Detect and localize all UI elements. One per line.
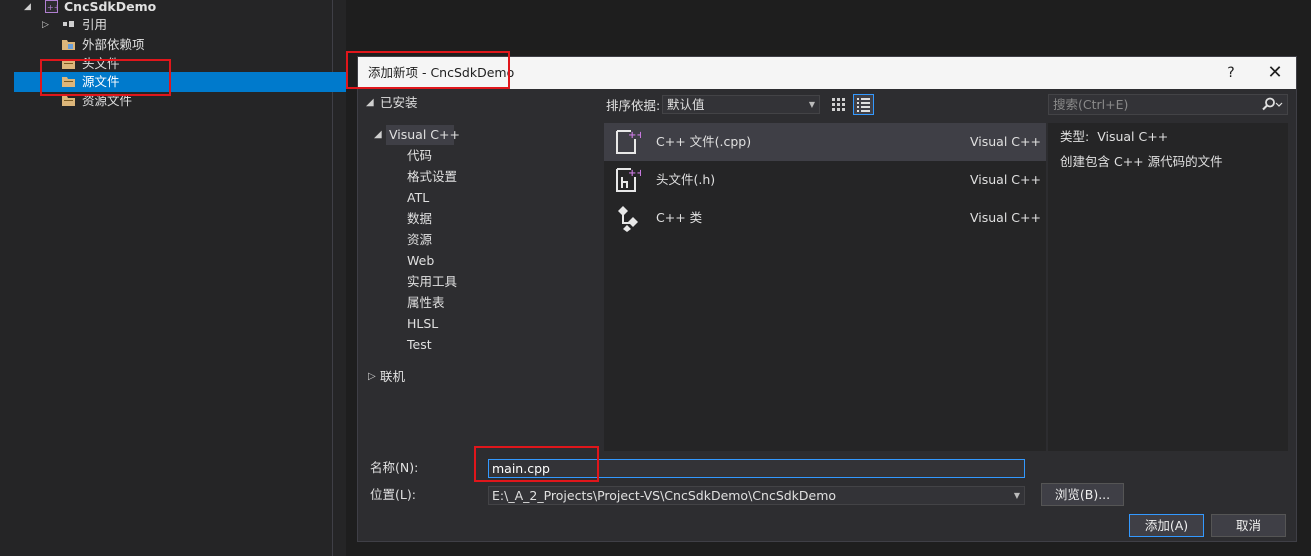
search-input[interactable]: 搜索(Ctrl+E)	[1048, 94, 1288, 115]
category-item[interactable]: 代码	[407, 146, 432, 166]
tree-item-external-deps[interactable]: 外部依赖项	[0, 35, 332, 55]
template-name: C++ 文件(.cpp)	[656, 134, 752, 149]
template-name: C++ 类	[656, 210, 703, 225]
template-language: Visual C++	[970, 210, 1041, 225]
category-item[interactable]: ATL	[407, 188, 429, 208]
template-item[interactable]: ++ C++ 文件(.cpp) Visual C++	[604, 123, 1046, 161]
info-description: 创建包含 C++ 源代码的文件	[1060, 154, 1223, 169]
template-language: Visual C++	[970, 172, 1041, 187]
search-placeholder: 搜索(Ctrl+E)	[1053, 97, 1129, 112]
sort-select[interactable]: 默认值 ▼	[662, 95, 820, 114]
sort-label: 排序依据:	[606, 98, 661, 113]
cpp-class-icon	[618, 206, 638, 232]
template-list: ++ C++ 文件(.cpp) Visual C++ ++ 头文件(.h) Vi…	[604, 123, 1046, 451]
chevron-down-icon: ▼	[808, 100, 815, 109]
tree-item-label: 源文件	[82, 74, 120, 89]
tree-installed[interactable]: ◢ 已安装	[358, 93, 598, 113]
dialog-titlebar[interactable]: 添加新项 - CncSdkDemo ? ✕	[358, 57, 1296, 89]
category-item[interactable]: Web	[407, 251, 434, 271]
location-label: 位置(L):	[370, 487, 416, 502]
installed-label: 已安装	[380, 95, 418, 110]
cpp-file-icon: ++	[616, 130, 641, 154]
help-button[interactable]: ?	[1216, 57, 1246, 89]
template-language: Visual C++	[970, 134, 1041, 149]
svg-text:++: ++	[628, 168, 641, 179]
add-new-item-dialog: 添加新项 - CncSdkDemo ? ✕ ◢ 已安装 Visual C++ ◢…	[357, 56, 1297, 542]
template-info-panel: 类型: Visual C++ 创建包含 C++ 源代码的文件	[1048, 123, 1288, 451]
cpp-project-icon: ++	[45, 0, 58, 13]
category-tree: ◢ 已安装 Visual C++ ◢ 代码 格式设置 ATL 数据 资源 Web…	[358, 90, 598, 450]
expand-right-icon[interactable]: ▷	[42, 15, 49, 35]
name-label: 名称(N):	[370, 460, 419, 475]
folder-icon	[62, 59, 75, 69]
category-item[interactable]: HLSL	[407, 314, 438, 334]
expand-right-icon[interactable]: ▷	[368, 367, 376, 387]
category-item[interactable]: 实用工具	[407, 272, 457, 292]
tree-item-label: 外部依赖项	[82, 37, 145, 52]
template-item[interactable]: C++ 类 Visual C++	[604, 199, 1046, 237]
expand-down-icon[interactable]: ◢	[366, 93, 374, 113]
search-icon[interactable]	[1261, 97, 1283, 112]
svg-text:++: ++	[628, 130, 641, 141]
header-file-icon: ++	[616, 168, 641, 192]
add-button[interactable]: 添加(A)	[1129, 514, 1204, 537]
expand-down-icon[interactable]: ◢	[374, 129, 382, 140]
location-select[interactable]: E:\_A_2_Projects\Project-VS\CncSdkDemo\C…	[488, 486, 1025, 505]
sort-value: 默认值	[667, 97, 705, 112]
category-item[interactable]: 属性表	[407, 293, 445, 313]
chevron-down-icon: ▼	[1013, 491, 1020, 500]
folder-icon	[62, 77, 75, 87]
info-type-value: Visual C++	[1097, 129, 1169, 144]
list-view-icon[interactable]	[853, 94, 874, 115]
name-input[interactable]: main.cpp	[488, 459, 1025, 478]
solution-explorer: ◢ ++ CncSdkDemo ▷ 引用 外部依赖项 头文件 源文件 资源文件	[0, 0, 346, 556]
template-name: 头文件(.h)	[656, 172, 716, 187]
info-type: 类型: Visual C++	[1060, 127, 1168, 147]
tree-item-header-files[interactable]: 头文件	[0, 54, 332, 74]
grid-view-icon[interactable]	[829, 95, 849, 115]
category-item[interactable]: Test	[407, 335, 432, 355]
info-type-label: 类型:	[1060, 129, 1090, 144]
browse-button[interactable]: 浏览(B)...	[1041, 483, 1124, 506]
dialog-title: 添加新项 - CncSdkDemo	[368, 65, 515, 80]
visual-cpp-label: Visual C++	[389, 127, 460, 142]
template-item[interactable]: ++ 头文件(.h) Visual C++	[604, 161, 1046, 199]
close-button[interactable]: ✕	[1258, 57, 1292, 89]
tree-visual-cpp[interactable]: Visual C++	[386, 125, 460, 145]
category-item[interactable]: 格式设置	[407, 167, 457, 187]
location-value: E:\_A_2_Projects\Project-VS\CncSdkDemo\C…	[492, 488, 837, 503]
tree-item-label: 头文件	[82, 56, 120, 71]
cancel-button[interactable]: 取消	[1211, 514, 1286, 537]
tree-online[interactable]: ▷ 联机	[358, 367, 598, 387]
tree-item-references[interactable]: ▷ 引用	[0, 15, 332, 35]
tree-item-label: 引用	[82, 17, 108, 32]
tree-item-resource-files[interactable]: 资源文件	[0, 91, 332, 111]
folder-icon	[62, 40, 75, 50]
category-item[interactable]: 数据	[407, 209, 432, 229]
online-label: 联机	[380, 369, 406, 384]
svg-text:++: ++	[47, 3, 58, 12]
references-icon	[63, 21, 74, 27]
tree-item-source-files[interactable]: 源文件	[14, 72, 346, 92]
category-item[interactable]: 资源	[407, 230, 432, 250]
folder-icon	[62, 96, 75, 106]
tree-item-label: 资源文件	[82, 93, 133, 108]
